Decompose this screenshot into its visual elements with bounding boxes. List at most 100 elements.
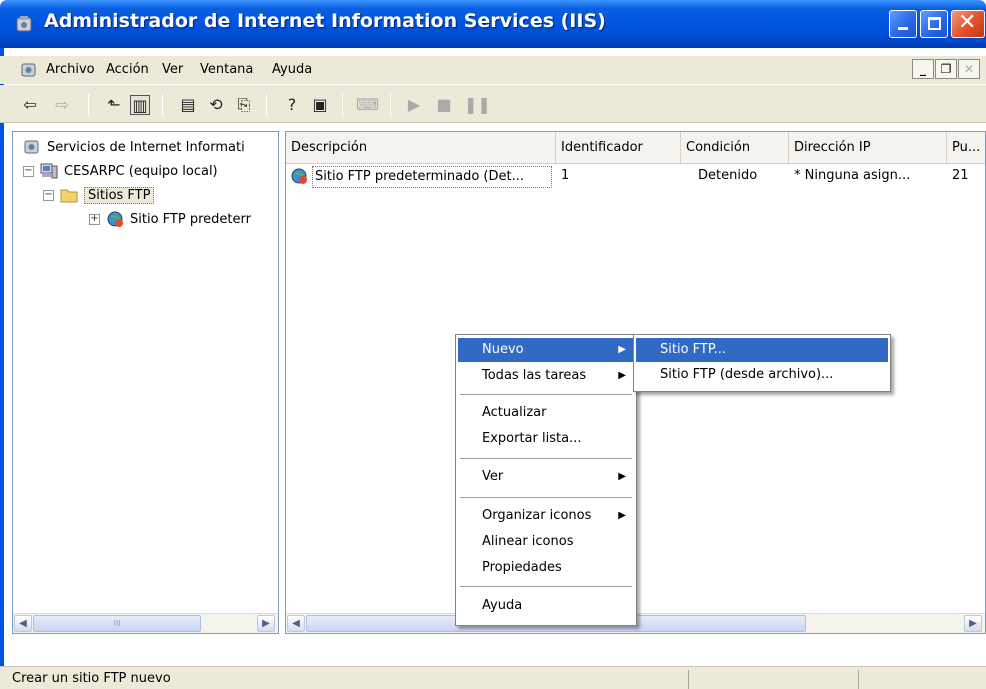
mdi-restore-button[interactable]: ❐ [935,59,957,79]
console-app-icon [21,63,36,77]
context-menu: Nuevo ▶ Todas las tareas ▶ Actualizar Ex… [455,334,637,626]
menu-item-sitio-ftp[interactable]: Sitio FTP... [636,338,888,362]
close-button[interactable]: ✕ [951,10,985,38]
menu-item-organizar-iconos[interactable]: Organizar iconos ▶ [458,504,634,528]
pause-icon[interactable]: ❚❚ [464,95,491,115]
column-condicion[interactable]: Condición [681,132,789,164]
back-icon[interactable]: ⇦ [20,95,40,115]
menu-item-ver[interactable]: Ver ▶ [458,465,634,489]
menu-item-ayuda[interactable]: Ayuda [458,594,634,618]
menu-separator [460,394,632,395]
menu-item-actualizar[interactable]: Actualizar [458,401,634,425]
menu-bar: Archivo Acción Ver Ventana Ayuda _ ❐ ✕ [0,56,986,84]
computer-icon[interactable]: ⌨ [356,95,379,115]
menu-separator [460,497,632,498]
menu-item-alinear-iconos[interactable]: Alinear iconos [458,530,634,554]
tree-item-cesarpc[interactable]: − CESARPC (equipo local) [23,162,218,180]
toolbar-separator [88,94,89,116]
show-tree-icon[interactable]: ▥ [130,95,150,115]
cell-descripcion: Sitio FTP predeterminado (Det... [312,166,552,188]
expand-icon[interactable]: + [89,213,100,225]
toolbar-separator [162,94,163,116]
menu-accion[interactable]: Acción [106,62,149,77]
tree-item-iis[interactable]: Servicios de Internet Informati [23,138,245,156]
stop-icon[interactable]: ■ [434,95,454,115]
computer-icon [40,163,58,179]
menu-item-label: Alinear iconos [482,534,574,549]
submenu-nuevo: Sitio FTP... Sitio FTP (desde archivo)..… [633,334,891,392]
menu-item-todas-las-tareas[interactable]: Todas las tareas ▶ [458,364,634,388]
menu-item-label: Todas las tareas [482,368,587,383]
scroll-right-icon[interactable]: ▶ [964,615,982,632]
menu-item-exportar-lista[interactable]: Exportar lista... [458,427,634,451]
scroll-right-icon[interactable]: ▶ [257,615,275,632]
status-text: Crear un sitio FTP nuevo [12,671,171,686]
tree-item-label: Servicios de Internet Informati [47,139,245,155]
collapse-icon[interactable]: − [23,165,34,177]
cell-identificador: 1 [561,168,570,183]
collapse-icon[interactable]: − [43,189,54,201]
column-puerto[interactable]: Pu... [947,132,985,164]
close-icon: ✕ [958,10,977,35]
mdi-minimize-button[interactable]: _ [912,59,934,79]
status-pane [688,670,689,689]
scrollbar-thumb[interactable]: III [33,615,201,632]
toolbar-separator [342,94,343,116]
status-pane [858,670,859,689]
tree-item-sitios-ftp[interactable]: − Sitios FTP [43,186,155,204]
list-header: Descripción Identificador Condición Dire… [286,132,985,164]
tree-item-label: CESARPC (equipo local) [64,163,218,179]
column-identificador[interactable]: Identificador [556,132,681,164]
menu-item-label: Actualizar [482,405,547,420]
toolbar-separator [390,94,391,116]
table-row[interactable]: Sitio FTP predeterminado (Det... 1 Deten… [286,166,985,188]
minimize-button[interactable] [889,10,917,38]
up-folder-icon[interactable]: ⬑ [104,95,124,115]
submenu-arrow-icon: ▶ [618,370,626,381]
cell-direccion-ip: * Ninguna asign... [794,168,911,183]
tree-item-label: Sitio FTP predeterr [130,211,251,227]
menu-item-label: Organizar iconos [482,508,592,523]
menu-item-label: Propiedades [482,560,562,575]
menu-ver[interactable]: Ver [162,62,183,77]
menu-separator [460,586,632,587]
tree-horizontal-scrollbar[interactable]: ◀ III ▶ [13,613,278,633]
menu-ventana[interactable]: Ventana [200,62,253,77]
menu-item-label: Exportar lista... [482,431,582,446]
folder-icon [60,189,78,203]
submenu-arrow-icon: ▶ [618,344,626,355]
play-icon[interactable]: ▶ [404,95,424,115]
tree-item-sitio-ftp-predeterminado[interactable]: + Sitio FTP predeterr [89,210,251,228]
toolbar: ⇦ ⇨ ⬑ ▥ ▤ ⟲ ⎘ ? ▣ ⌨ ▶ ■ ❚❚ [0,85,986,123]
iis-icon [24,140,39,154]
ftp-site-icon [107,211,123,227]
menu-ayuda[interactable]: Ayuda [272,62,312,77]
column-direccion-ip[interactable]: Dirección IP [789,132,947,164]
menu-item-label: Ver [482,469,504,484]
scroll-left-icon[interactable]: ◀ [287,615,305,632]
tree-panel: Servicios de Internet Informati − CESARP… [12,131,279,634]
menu-archivo[interactable]: Archivo [46,62,95,77]
menu-item-sitio-ftp-desde-archivo[interactable]: Sitio FTP (desde archivo)... [636,363,888,387]
properties-icon[interactable]: ▤ [178,95,198,115]
cell-condicion: Detenido [698,168,758,183]
minimize-icon [898,27,908,30]
column-descripcion[interactable]: Descripción [286,132,556,164]
menu-separator [460,458,632,459]
export-icon[interactable]: ⎘ [234,95,254,115]
menu-item-label: Nuevo [482,342,524,357]
menu-item-nuevo[interactable]: Nuevo ▶ [458,338,634,362]
forward-icon[interactable]: ⇨ [52,95,72,115]
maximize-button[interactable] [920,10,948,38]
console-icon[interactable]: ▣ [310,95,330,115]
scroll-left-icon[interactable]: ◀ [14,615,32,632]
cell-puerto: 21 [952,168,969,183]
title-bar[interactable]: Administrador de Internet Information Se… [0,0,986,48]
toolbar-separator [266,94,267,116]
mdi-close-button[interactable]: ✕ [958,59,980,79]
submenu-arrow-icon: ▶ [618,471,626,482]
maximize-icon [928,17,941,30]
menu-item-propiedades[interactable]: Propiedades [458,556,634,580]
refresh-icon[interactable]: ⟲ [206,95,226,115]
help-icon[interactable]: ? [282,95,302,115]
